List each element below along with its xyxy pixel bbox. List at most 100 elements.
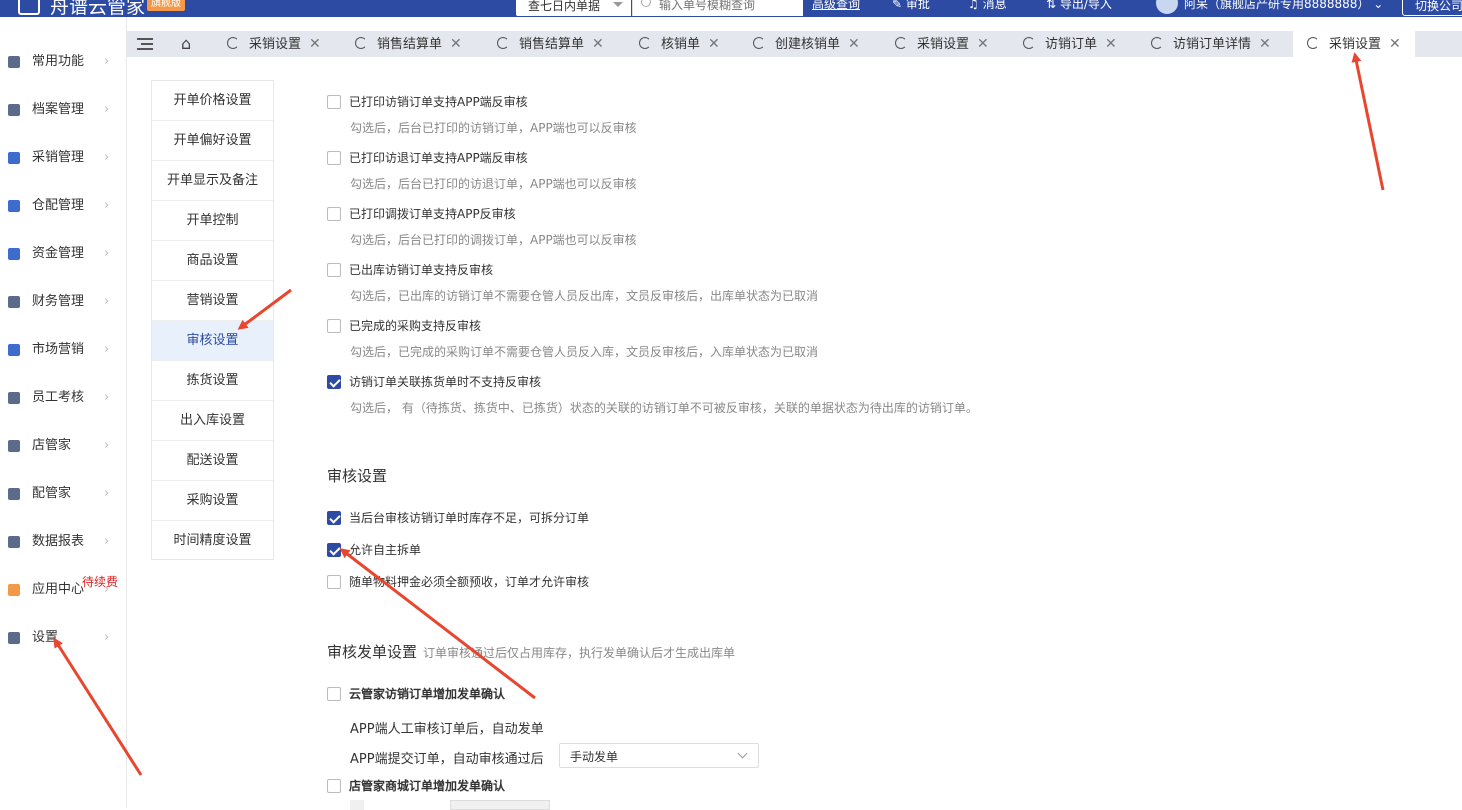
chevron-right-icon: › (104, 390, 110, 405)
option-completed-purchase-unaudit[interactable]: 已完成的采购支持反审核 (327, 317, 481, 334)
tab-purchase-settings-active[interactable]: 采销设置 ✕ (1293, 31, 1415, 57)
submenu-item-marketing[interactable]: 营销设置 (152, 281, 273, 321)
advanced-search-link[interactable]: 高级查询 (812, 0, 860, 12)
sidebar-item-apps[interactable]: 应用中心 待续费 › (0, 575, 127, 605)
search-icon (641, 0, 651, 7)
option-deposit-prepaid[interactable]: 随单物料押金必须全额预收，订单才允许审核 (327, 573, 589, 590)
sidebar-item-reports[interactable]: 数据报表 › (0, 527, 127, 557)
close-icon[interactable]: ✕ (592, 36, 604, 52)
submenu-item-picking[interactable]: 拣货设置 (152, 361, 273, 401)
option-picking-no-unaudit[interactable]: 访销订单关联拣货单时不支持反审核 (327, 373, 541, 390)
chevron-down-icon (737, 748, 748, 759)
checkbox[interactable] (327, 207, 341, 221)
chevron-right-icon: › (104, 438, 110, 453)
checkbox-checked[interactable] (327, 543, 341, 557)
option-shipped-visit-unaudit[interactable]: 已出库访销订单支持反审核 (327, 261, 493, 278)
sidebar-item-label: 应用中心 (32, 582, 85, 597)
checkbox[interactable] (327, 151, 341, 165)
sidebar-item-delivery-manager[interactable]: 配管家 › (0, 479, 127, 509)
apps-icon (8, 584, 20, 596)
submenu-item-display[interactable]: 开单显示及备注 (152, 161, 273, 201)
order-search-input[interactable] (659, 0, 799, 12)
avatar (1156, 0, 1178, 14)
sidebar-item-settings[interactable]: 设置 › (0, 623, 127, 653)
tab-purchase-settings-2[interactable]: 采销设置 ✕ (895, 31, 989, 57)
close-icon[interactable]: ✕ (848, 36, 860, 52)
switch-company-button[interactable]: 切换公司 (1402, 0, 1462, 16)
close-icon[interactable]: ✕ (1389, 36, 1401, 52)
submenu-item-delivery[interactable]: 配送设置 (152, 441, 273, 481)
checkbox[interactable] (327, 575, 341, 589)
close-icon[interactable]: ✕ (708, 36, 720, 52)
chevron-right-icon: › (104, 198, 110, 213)
chevron-right-icon: › (104, 150, 110, 165)
option-store-dispatch-confirm[interactable]: 店管家商城订单增加发单确认 (327, 777, 505, 794)
submenu-item-price[interactable]: 开单价格设置 (152, 81, 273, 121)
tab-purchase-settings-1[interactable]: 采销设置 ✕ (227, 31, 321, 57)
sidebar-item-archives[interactable]: 档案管理 › (0, 95, 127, 125)
option-printed-transfer-unaudit[interactable]: 已打印调拨订单支持APP反审核 (327, 205, 516, 222)
close-icon[interactable]: ✕ (1105, 36, 1117, 52)
close-icon[interactable]: ✕ (1259, 36, 1271, 52)
store-icon (8, 440, 20, 452)
dispatch-mode-select[interactable]: 手动发单 (559, 743, 759, 768)
checkbox[interactable] (327, 687, 341, 701)
option-split-on-shortage[interactable]: 当后台审核访销订单时库存不足，可拆分订单 (327, 509, 589, 526)
archive-icon (8, 104, 20, 116)
tab-label: 创建核销单 (775, 37, 841, 52)
import-export-label: 导出/导入 (1059, 0, 1112, 11)
tab-create-writeoff[interactable]: 创建核销单 ✕ (753, 31, 860, 57)
import-export-button[interactable]: ⇅ 导出/导入 (1046, 0, 1112, 12)
approve-button[interactable]: ✎ 审批 (892, 0, 930, 12)
sidebar-item-label: 资金管理 (32, 246, 85, 261)
submenu-item-purchase[interactable]: 采购设置 (152, 481, 273, 521)
date-filter-select[interactable]: 查七日内单据 (516, 0, 631, 16)
user-menu[interactable]: 阿呆（旗舰店产研专用8888888） ⌄ (1156, 0, 1383, 14)
tab-sales-settlement-1[interactable]: 销售结算单 ✕ (355, 31, 462, 57)
option-printed-return-unaudit[interactable]: 已打印访退订单支持APP端反审核 (327, 149, 528, 166)
sidebar-item-finance[interactable]: 财务管理 › (0, 287, 127, 317)
close-icon[interactable]: ✕ (977, 36, 989, 52)
option-label: 已出库访销订单支持反审核 (349, 263, 494, 277)
sidebar-item-funds[interactable]: 资金管理 › (0, 239, 127, 269)
common-icon (8, 56, 20, 68)
submenu-item-time-precision[interactable]: 时间精度设置 (152, 521, 273, 561)
tab-writeoff[interactable]: 核销单 ✕ (639, 31, 720, 57)
sidebar-item-label: 设置 (32, 630, 59, 645)
checkbox-checked[interactable] (327, 511, 341, 525)
dispatch-mode-value: 手动发单 (570, 750, 619, 764)
sidebar-item-warehouse[interactable]: 仓配管理 › (0, 191, 127, 221)
sidebar-item-label: 数据报表 (32, 534, 85, 549)
settings-submenu: 开单价格设置 开单偏好设置 开单显示及备注 开单控制 商品设置 营销设置 审核设… (151, 80, 274, 560)
checkbox[interactable] (327, 263, 341, 277)
option-allow-self-split[interactable]: 允许自主拆单 (327, 541, 421, 558)
sidebar-item-purchase-sales[interactable]: 采销管理 › (0, 143, 127, 173)
menu-toggle-icon[interactable] (137, 38, 153, 50)
checkbox[interactable] (327, 319, 341, 333)
sidebar-item-marketing[interactable]: 市场营销 › (0, 335, 127, 365)
checkbox[interactable] (327, 779, 341, 793)
submenu-item-inout[interactable]: 出入库设置 (152, 401, 273, 441)
submenu-item-preference[interactable]: 开单偏好设置 (152, 121, 273, 161)
submenu-item-audit[interactable]: 审核设置 (152, 321, 273, 361)
option-cloud-dispatch-confirm[interactable]: 云管家访销订单增加发单确认 (327, 685, 505, 702)
sidebar-item-common[interactable]: 常用功能 › (0, 47, 127, 77)
tab-label: 核销单 (661, 37, 701, 52)
sidebar-item-store-manager[interactable]: 店管家 › (0, 431, 127, 461)
checkbox[interactable] (327, 95, 341, 109)
sidebar-item-staff[interactable]: 员工考核 › (0, 383, 127, 413)
caret-down-icon (613, 2, 623, 7)
messages-button[interactable]: ♫ 消息 (968, 0, 1007, 12)
tab-visit-order-detail[interactable]: 访销订单详情 ✕ (1151, 31, 1271, 57)
home-icon[interactable]: ⌂ (181, 34, 191, 53)
order-search-box[interactable] (632, 0, 803, 16)
submenu-item-control[interactable]: 开单控制 (152, 201, 273, 241)
tab-sales-settlement-2[interactable]: 销售结算单 ✕ (497, 31, 604, 57)
sidebar-item-label: 采销管理 (32, 150, 85, 165)
submenu-item-goods[interactable]: 商品设置 (152, 241, 273, 281)
tab-visit-orders[interactable]: 访销订单 ✕ (1023, 31, 1117, 57)
option-printed-visit-unaudit[interactable]: 已打印访销订单支持APP端反审核 (327, 93, 528, 110)
checkbox-checked[interactable] (327, 375, 341, 389)
close-icon[interactable]: ✕ (309, 36, 321, 52)
close-icon[interactable]: ✕ (450, 36, 462, 52)
